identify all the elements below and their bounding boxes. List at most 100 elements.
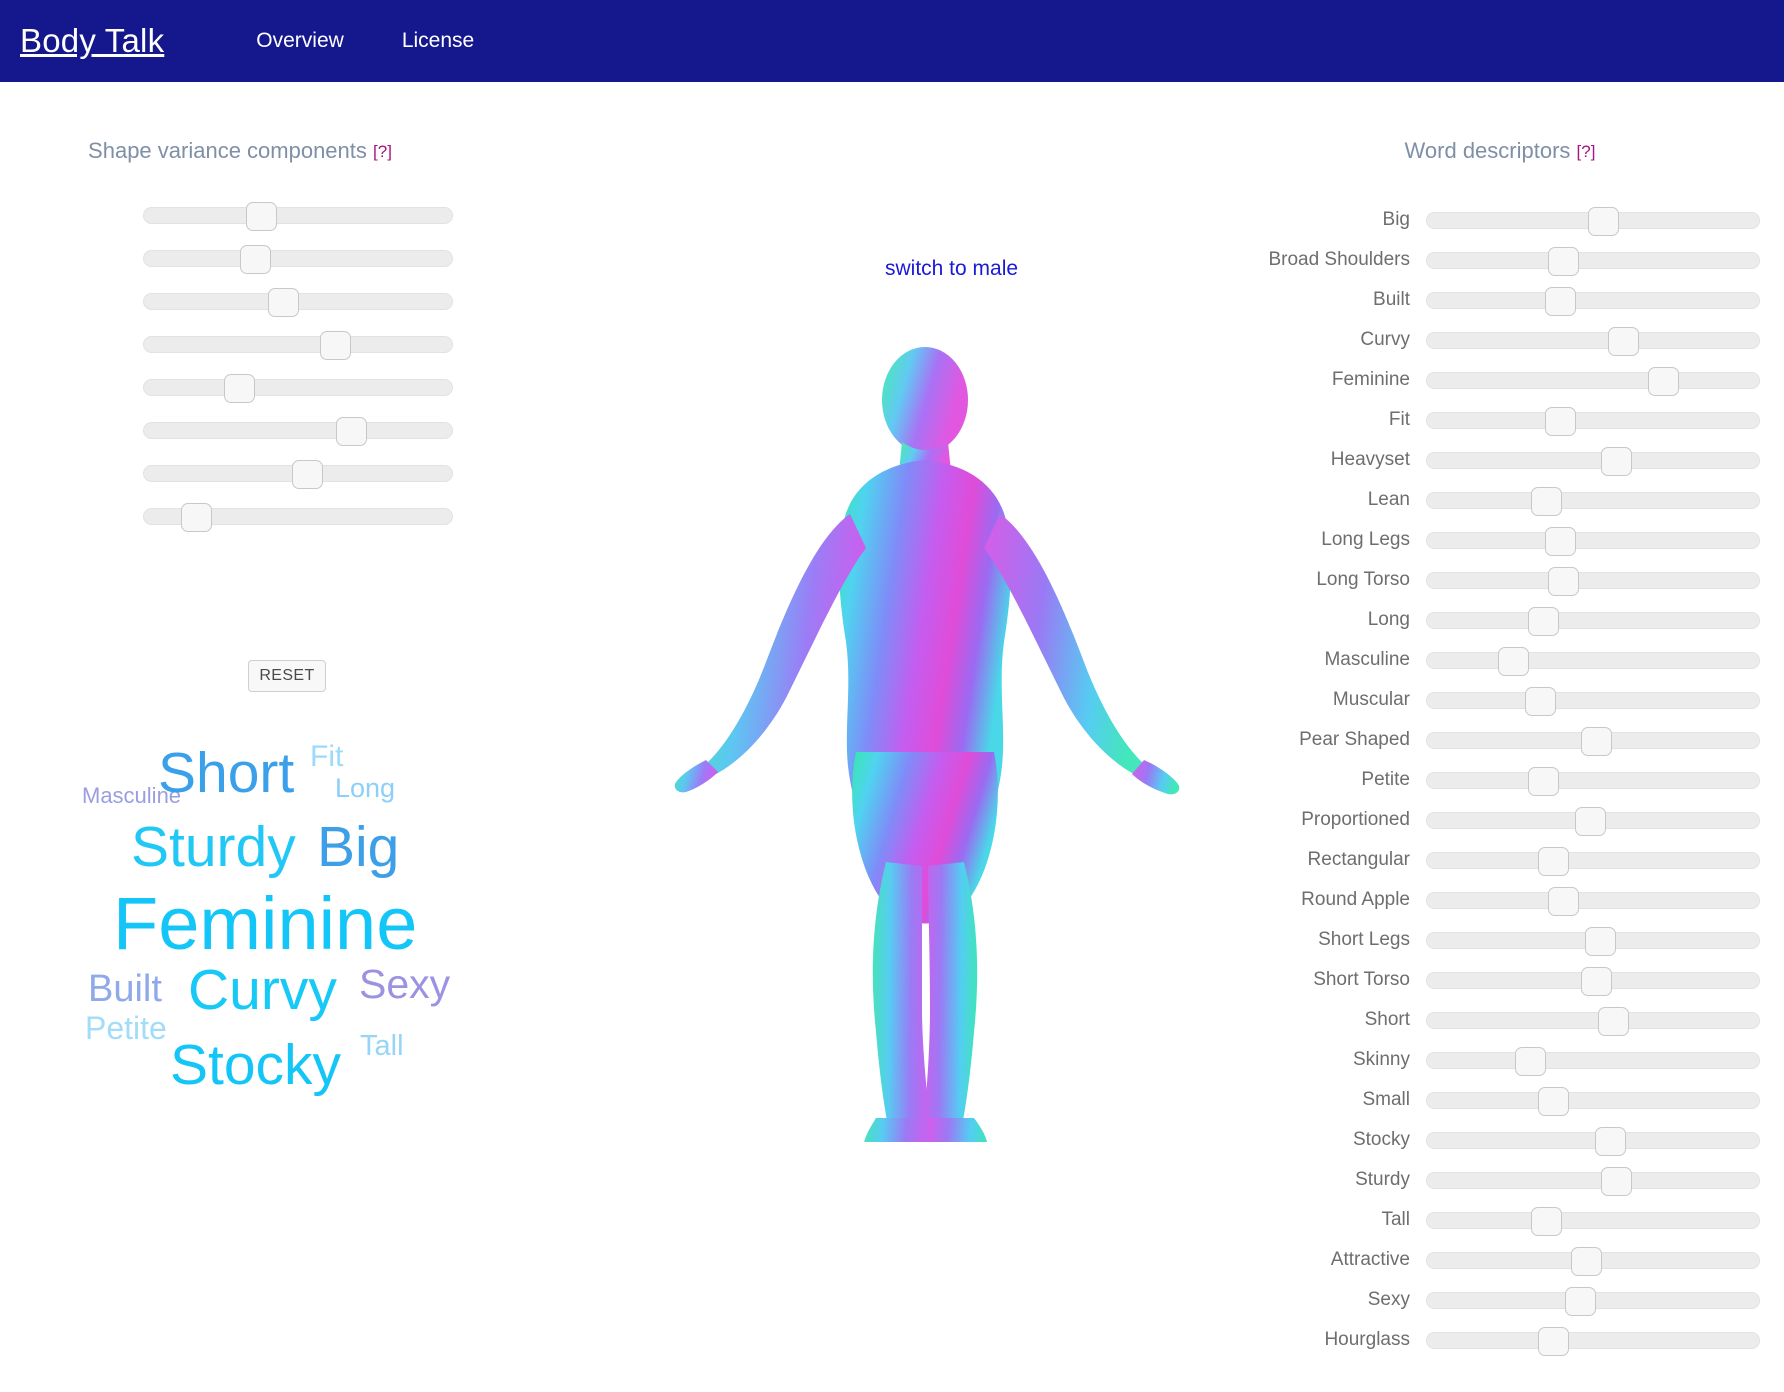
slider-thumb[interactable] <box>1598 1007 1630 1036</box>
descriptor-slider-long[interactable] <box>1426 607 1760 636</box>
slider-track[interactable] <box>1426 572 1760 589</box>
shape-slider-5[interactable] <box>143 374 453 403</box>
shape-slider-8[interactable] <box>143 503 453 532</box>
shape-slider-2[interactable] <box>143 245 453 274</box>
slider-thumb[interactable] <box>1581 727 1613 756</box>
descriptor-slider-petite[interactable] <box>1426 767 1760 796</box>
slider-track[interactable] <box>1426 532 1760 549</box>
slider-thumb[interactable] <box>245 202 277 231</box>
slider-thumb[interactable] <box>1531 1207 1563 1236</box>
nav-link-overview[interactable]: Overview <box>256 29 344 53</box>
descriptor-slider-muscular[interactable] <box>1426 687 1760 716</box>
descriptor-slider-built[interactable] <box>1426 287 1760 316</box>
slider-track[interactable] <box>1426 692 1760 709</box>
descriptor-slider-short-legs[interactable] <box>1426 927 1760 956</box>
word-descriptors-help-icon[interactable]: [?] <box>1577 142 1596 161</box>
slider-thumb[interactable] <box>1527 607 1559 636</box>
slider-thumb[interactable] <box>1547 887 1579 916</box>
slider-track[interactable] <box>1426 1012 1760 1029</box>
descriptor-slider-hourglass[interactable] <box>1426 1327 1760 1356</box>
slider-thumb[interactable] <box>1544 407 1576 436</box>
body-mesh-render[interactable] <box>670 342 1190 1142</box>
reset-button[interactable]: RESET <box>248 660 326 692</box>
slider-track[interactable] <box>1426 252 1760 269</box>
slider-track[interactable] <box>1426 292 1760 309</box>
slider-thumb[interactable] <box>1537 1087 1569 1116</box>
descriptor-slider-short[interactable] <box>1426 1007 1760 1036</box>
descriptor-slider-heavyset[interactable] <box>1426 447 1760 476</box>
slider-track[interactable] <box>1426 892 1760 909</box>
descriptor-slider-rectangular[interactable] <box>1426 847 1760 876</box>
slider-thumb[interactable] <box>267 288 299 317</box>
descriptor-slider-tall[interactable] <box>1426 1207 1760 1236</box>
slider-track[interactable] <box>1426 652 1760 669</box>
slider-thumb[interactable] <box>1497 647 1529 676</box>
slider-thumb[interactable] <box>1537 847 1569 876</box>
slider-thumb[interactable] <box>335 417 367 446</box>
descriptor-slider-skinny[interactable] <box>1426 1047 1760 1076</box>
descriptor-slider-broad-shoulders[interactable] <box>1426 247 1760 276</box>
slider-thumb[interactable] <box>1527 767 1559 796</box>
slider-thumb[interactable] <box>1588 207 1620 236</box>
shape-variance-help-icon[interactable]: [?] <box>373 142 392 161</box>
slider-thumb[interactable] <box>1564 1287 1596 1316</box>
slider-thumb[interactable] <box>1547 567 1579 596</box>
switch-to-male-link[interactable]: switch to male <box>885 257 1018 281</box>
descriptor-slider-attractive[interactable] <box>1426 1247 1760 1276</box>
descriptor-slider-pear-shaped[interactable] <box>1426 727 1760 756</box>
slider-thumb[interactable] <box>1544 287 1576 316</box>
shape-slider-3[interactable] <box>143 288 453 317</box>
slider-thumb[interactable] <box>320 331 352 360</box>
descriptor-slider-proportioned[interactable] <box>1426 807 1760 836</box>
slider-track[interactable] <box>1426 372 1760 389</box>
slider-thumb[interactable] <box>1514 1047 1546 1076</box>
slider-track[interactable] <box>1426 1172 1760 1189</box>
descriptor-slider-fit[interactable] <box>1426 407 1760 436</box>
descriptor-slider-small[interactable] <box>1426 1087 1760 1116</box>
slider-thumb[interactable] <box>1601 1167 1633 1196</box>
descriptor-slider-round-apple[interactable] <box>1426 887 1760 916</box>
slider-track[interactable] <box>1426 1092 1760 1109</box>
shape-slider-7[interactable] <box>143 460 453 489</box>
shape-slider-4[interactable] <box>143 331 453 360</box>
slider-thumb[interactable] <box>1524 687 1556 716</box>
slider-track[interactable] <box>143 250 453 267</box>
descriptor-slider-masculine[interactable] <box>1426 647 1760 676</box>
slider-track[interactable] <box>143 207 453 224</box>
descriptor-slider-lean[interactable] <box>1426 487 1760 516</box>
slider-track[interactable] <box>1426 1132 1760 1149</box>
descriptor-slider-long-torso[interactable] <box>1426 567 1760 596</box>
slider-track[interactable] <box>1426 852 1760 869</box>
slider-track[interactable] <box>1426 1212 1760 1229</box>
body-model-viewer[interactable]: switch to male <box>620 82 1240 1392</box>
slider-thumb[interactable] <box>224 374 256 403</box>
slider-track[interactable] <box>1426 492 1760 509</box>
slider-thumb[interactable] <box>1547 247 1579 276</box>
slider-track[interactable] <box>1426 772 1760 789</box>
descriptor-slider-feminine[interactable] <box>1426 367 1760 396</box>
descriptor-slider-sexy[interactable] <box>1426 1287 1760 1316</box>
descriptor-slider-short-torso[interactable] <box>1426 967 1760 996</box>
slider-thumb[interactable] <box>239 245 271 274</box>
slider-thumb[interactable] <box>1608 327 1640 356</box>
slider-thumb[interactable] <box>180 503 212 532</box>
descriptor-slider-curvy[interactable] <box>1426 327 1760 356</box>
slider-track[interactable] <box>143 336 453 353</box>
slider-track[interactable] <box>1426 452 1760 469</box>
descriptor-slider-stocky[interactable] <box>1426 1127 1760 1156</box>
slider-thumb[interactable] <box>1544 527 1576 556</box>
slider-track[interactable] <box>143 379 453 396</box>
slider-track[interactable] <box>1426 612 1760 629</box>
slider-thumb[interactable] <box>292 460 324 489</box>
slider-thumb[interactable] <box>1571 1247 1603 1276</box>
slider-thumb[interactable] <box>1581 967 1613 996</box>
shape-slider-1[interactable] <box>143 202 453 231</box>
slider-track[interactable] <box>1426 412 1760 429</box>
slider-thumb[interactable] <box>1537 1327 1569 1356</box>
descriptor-slider-long-legs[interactable] <box>1426 527 1760 556</box>
slider-track[interactable] <box>1426 332 1760 349</box>
descriptor-slider-big[interactable] <box>1426 207 1760 236</box>
slider-thumb[interactable] <box>1584 927 1616 956</box>
slider-thumb[interactable] <box>1648 367 1680 396</box>
slider-track[interactable] <box>1426 1052 1760 1069</box>
